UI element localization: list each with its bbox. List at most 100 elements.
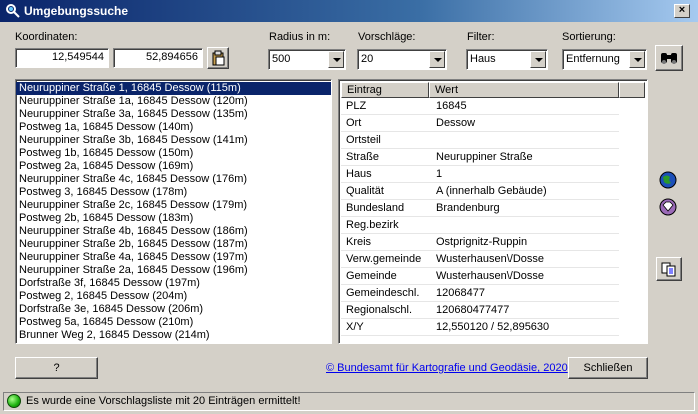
list-item[interactable]: Postweg 2a, 16845 Dessow (169m) <box>16 160 331 173</box>
table-cell-entry: Ort <box>346 117 362 129</box>
table-cell-entry: Reg.bezirk <box>346 219 399 231</box>
table-cell-value: 12,550120 / 52,895630 <box>436 321 550 333</box>
close-button[interactable]: Schließen <box>568 357 648 379</box>
gem-button[interactable] <box>658 197 680 219</box>
table-cell-entry: Verw.gemeinde <box>346 253 422 265</box>
radius-label: Radius in m: <box>269 31 331 43</box>
list-item[interactable]: Neuruppiner Straße 2b, 16845 Dessow (187… <box>16 238 331 251</box>
radius-select[interactable]: 500 <box>268 49 346 70</box>
table-cell-value: Wusterhausen\/Dosse <box>436 270 545 282</box>
table-cell-entry: Haus <box>346 168 372 180</box>
gem-icon <box>659 198 677 216</box>
filter-select[interactable]: Haus <box>466 49 548 70</box>
column-header-value[interactable]: Wert <box>429 82 619 98</box>
chevron-down-icon[interactable] <box>530 51 546 68</box>
coordinate-x-input[interactable]: 12,549544 <box>15 48 109 68</box>
suggestions-value: 20 <box>361 53 374 65</box>
table-cell-entry: Gemeinde <box>346 270 397 282</box>
list-item[interactable]: Brunner Weg 2, 16845 Dessow (214m) <box>16 329 331 342</box>
table-row[interactable]: Regionalschl. 120680477477 <box>341 302 619 319</box>
window-title: Umgebungssuche <box>24 4 129 18</box>
table-row[interactable]: X/Y 12,550120 / 52,895630 <box>341 319 619 336</box>
search-button[interactable] <box>655 45 683 71</box>
coordinates-label: Koordinaten: <box>15 31 78 43</box>
table-cell-entry: Kreis <box>346 236 372 248</box>
list-item[interactable]: Neuruppiner Straße 2c, 16845 Dessow (179… <box>16 199 331 212</box>
table-row[interactable]: Gemeindeschl. 12068477 <box>341 285 619 302</box>
list-item[interactable]: Postweg 5a, 16845 Dessow (210m) <box>16 316 331 329</box>
table-row[interactable]: Qualität A (innerhalb Gebäude) <box>341 183 619 200</box>
filter-value: Haus <box>470 53 496 65</box>
sort-value: Entfernung <box>566 53 620 65</box>
suggestions-label: Vorschläge: <box>358 31 416 43</box>
filter-label: Filter: <box>467 31 495 43</box>
table-cell-value: 1 <box>436 168 443 180</box>
list-item[interactable]: Postweg 3, 16845 Dessow (178m) <box>16 186 331 199</box>
table-row[interactable]: Bundesland Brandenburg <box>341 200 619 217</box>
table-cell-entry: X/Y <box>346 321 364 333</box>
table-row[interactable]: Reg.bezirk <box>341 217 619 234</box>
table-cell-value: 12068477 <box>436 287 485 299</box>
clipboard-icon <box>212 50 225 66</box>
chevron-down-icon[interactable] <box>429 51 445 68</box>
globe-icon <box>659 171 677 189</box>
table-row[interactable]: Kreis Ostprignitz-Ruppin <box>341 234 619 251</box>
table-cell-value: Neuruppiner Straße <box>436 151 533 163</box>
app-icon <box>5 3 21 19</box>
help-button[interactable]: ? <box>15 357 98 379</box>
table-row[interactable]: Ortsteil <box>341 132 619 149</box>
status-text: Es wurde eine Vorschlagsliste mit 20 Ein… <box>26 395 301 407</box>
coordinate-y-input[interactable]: 52,894656 <box>113 48 203 68</box>
table-row[interactable]: Verw.gemeinde Wusterhausen\/Dosse <box>341 251 619 268</box>
table-cell-entry: Ortsteil <box>346 134 381 146</box>
details-grid[interactable]: Eintrag Wert PLZ 16845 Ort Dessow Ortsteil St… <box>338 79 648 344</box>
table-cell-value: 120680477477 <box>436 304 510 316</box>
table-cell-value: Dessow <box>436 117 476 129</box>
table-row[interactable]: Straße Neuruppiner Straße <box>341 149 619 166</box>
table-cell-value: Wusterhausen\/Dosse <box>436 253 545 265</box>
copy-button[interactable] <box>656 257 682 281</box>
table-cell-value: A (innerhalb Gebäude) <box>436 185 547 197</box>
status-light-icon <box>7 394 21 408</box>
list-item[interactable]: Neuruppiner Straße 1a, 16845 Dessow (120… <box>16 95 331 108</box>
list-item[interactable]: Dorfstraße 3f, 16845 Dessow (197m) <box>16 277 331 290</box>
list-item[interactable]: Dorfstraße 3e, 16845 Dessow (206m) <box>16 303 331 316</box>
list-item[interactable]: Neuruppiner Straße 1, 16845 Dessow (115m… <box>16 82 331 95</box>
close-window-button[interactable]: × <box>674 4 690 18</box>
radius-value: 500 <box>272 53 291 65</box>
list-item[interactable]: Neuruppiner Straße 4a, 16845 Dessow (197… <box>16 251 331 264</box>
list-item[interactable]: Postweg 2, 16845 Dessow (204m) <box>16 290 331 303</box>
column-header-entry[interactable]: Eintrag <box>341 82 429 98</box>
table-cell-entry: Regionalschl. <box>346 304 413 316</box>
chevron-down-icon[interactable] <box>629 51 645 68</box>
paste-coordinates-button[interactable] <box>207 47 229 69</box>
table-cell-entry: Bundesland <box>346 202 405 214</box>
table-cell-value: Brandenburg <box>436 202 500 214</box>
list-item[interactable]: Postweg 1b, 16845 Dessow (150m) <box>16 147 331 160</box>
sort-select[interactable]: Entfernung <box>562 49 647 70</box>
table-cell-entry: Qualität <box>346 185 384 197</box>
sort-label: Sortierung: <box>562 31 616 43</box>
table-cell-value: 16845 <box>436 100 467 112</box>
table-cell-value: Ostprignitz-Ruppin <box>436 236 528 248</box>
list-item[interactable]: Postweg 1a, 16845 Dessow (140m) <box>16 121 331 134</box>
list-item[interactable]: Neuruppiner Straße 2a, 16845 Dessow (196… <box>16 264 331 277</box>
list-item[interactable]: Neuruppiner Straße 4b, 16845 Dessow (186… <box>16 225 331 238</box>
copyright-link[interactable]: © Bundesamt für Kartografie und Geodäsie… <box>326 362 568 374</box>
list-item[interactable]: Postweg 2b, 16845 Dessow (183m) <box>16 212 331 225</box>
table-row[interactable]: Haus 1 <box>341 166 619 183</box>
globe-button[interactable] <box>658 170 680 192</box>
table-row[interactable]: PLZ 16845 <box>341 98 619 115</box>
copy-icon <box>661 262 676 277</box>
list-item[interactable]: Neuruppiner Straße 3b, 16845 Dessow (141… <box>16 134 331 147</box>
suggestions-select[interactable]: 20 <box>357 49 447 70</box>
list-item[interactable]: Neuruppiner Straße 3a, 16845 Dessow (135… <box>16 108 331 121</box>
table-cell-entry: Straße <box>346 151 380 163</box>
list-item[interactable]: Neuruppiner Straße 4c, 16845 Dessow (176… <box>16 173 331 186</box>
results-list[interactable]: Neuruppiner Straße 1, 16845 Dessow (115m… <box>15 79 332 344</box>
table-cell-entry: PLZ <box>346 100 367 112</box>
chevron-down-icon[interactable] <box>328 51 344 68</box>
table-row[interactable]: Gemeinde Wusterhausen\/Dosse <box>341 268 619 285</box>
table-row[interactable]: Ort Dessow <box>341 115 619 132</box>
column-header-spacer <box>619 82 645 98</box>
